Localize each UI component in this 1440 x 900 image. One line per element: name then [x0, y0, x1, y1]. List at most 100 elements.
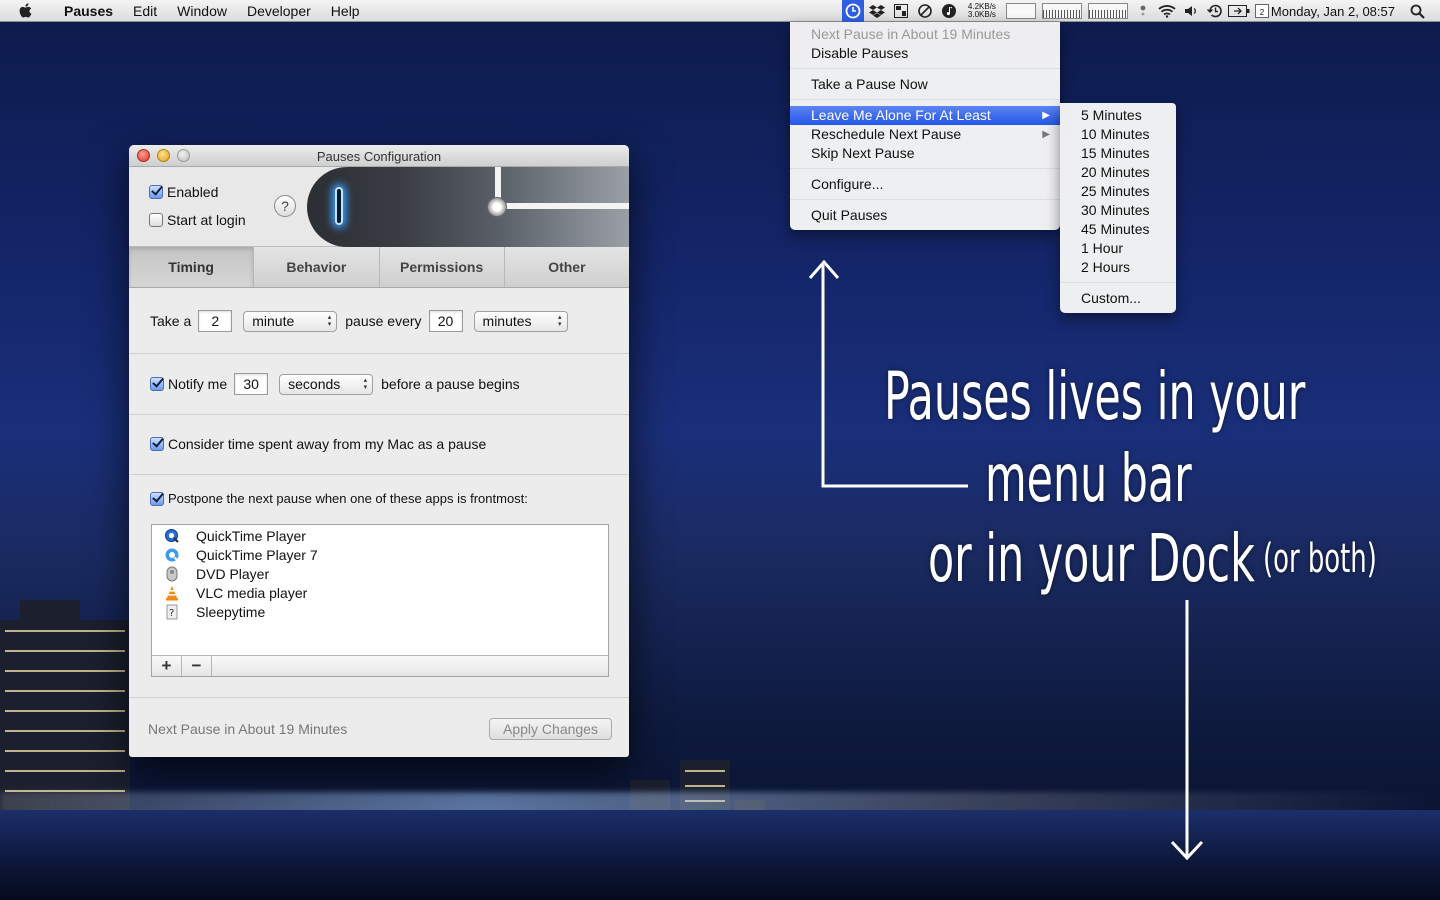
vlc-cone-icon — [164, 585, 180, 601]
network-speed[interactable]: 4.2KB/s 3.0KB/s — [961, 3, 1003, 19]
menu-item-disable-pauses[interactable]: Disable Pauses — [790, 44, 1060, 63]
enabled-checkbox-row[interactable]: Enabled — [149, 184, 218, 200]
list-item[interactable]: ? Sleepytime — [152, 602, 608, 621]
menu-developer[interactable]: Developer — [237, 3, 321, 19]
list-item[interactable]: QuickTime Player — [152, 526, 608, 545]
tab-permissions[interactable]: Permissions — [380, 247, 505, 287]
notify-seconds-field[interactable]: 30 — [234, 373, 269, 395]
submenu-item-45-minutes[interactable]: 45 Minutes — [1060, 220, 1176, 239]
start-at-login-checkbox[interactable] — [149, 213, 163, 227]
calendar-icon[interactable]: 2 — [1254, 4, 1269, 18]
menu-item-label: Leave Me Alone For At Least — [811, 107, 991, 123]
start-at-login-checkbox-row[interactable]: Start at login — [149, 212, 246, 228]
dvd-player-icon — [164, 566, 180, 582]
do-not-disturb-icon[interactable] — [914, 0, 936, 22]
add-app-button[interactable]: + — [152, 656, 182, 676]
menubar-clock[interactable]: Monday, Jan 2, 08:57 — [1271, 4, 1395, 19]
menu-item-quit-pauses[interactable]: Quit Pauses — [790, 206, 1060, 225]
window-header: Enabled Start at login ? — [129, 167, 629, 247]
postpone-label: Postpone the next pause when one of thes… — [168, 491, 528, 506]
menu-item-reschedule-next-pause[interactable]: Reschedule Next Pause ▶ — [790, 125, 1060, 144]
submenu-arrow-icon: ▶ — [1042, 129, 1050, 140]
time-machine-icon[interactable] — [1204, 0, 1226, 22]
postpone-row[interactable]: Postpone the next pause when one of thes… — [150, 491, 528, 506]
memory-graph[interactable] — [1041, 3, 1082, 19]
menu-edit[interactable]: Edit — [123, 3, 167, 19]
notify-suffix-label: before a pause begins — [381, 376, 520, 392]
menu-item-skip-next-pause[interactable]: Skip Next Pause — [790, 144, 1060, 163]
timing-row: Take a 2 minute pause every 20 minutes — [150, 310, 572, 332]
submenu-item-custom[interactable]: Custom... — [1060, 289, 1176, 308]
help-button[interactable]: ? — [274, 195, 296, 217]
pause-duration-field[interactable]: 2 — [198, 310, 233, 332]
pause-duration-unit-popup[interactable]: minute — [243, 310, 338, 332]
away-row[interactable]: Consider time spent away from my Mac as … — [150, 436, 486, 452]
submenu-arrow-icon: ▶ — [1042, 110, 1050, 121]
next-pause-status: Next Pause in About 19 Minutes — [148, 721, 348, 737]
menu-item-configure[interactable]: Configure... — [790, 175, 1060, 194]
network-graph[interactable] — [1087, 3, 1128, 19]
menu-item-take-pause-now[interactable]: Take a Pause Now — [790, 75, 1060, 94]
notify-checkbox[interactable] — [150, 377, 164, 391]
enabled-checkbox[interactable] — [149, 185, 163, 199]
tab-other[interactable]: Other — [505, 247, 629, 287]
submenu-item-1-hour[interactable]: 1 Hour — [1060, 239, 1176, 258]
tab-timing[interactable]: Timing — [129, 247, 255, 287]
postpone-checkbox[interactable] — [150, 491, 164, 506]
list-item[interactable]: VLC media player — [152, 583, 608, 602]
notify-unit-popup[interactable]: seconds — [279, 373, 374, 395]
away-section: Consider time spent away from my Mac as … — [129, 415, 629, 475]
apply-changes-button[interactable]: Apply Changes — [489, 718, 612, 740]
dropbox-icon[interactable] — [866, 0, 888, 22]
spotlight-search-icon[interactable] — [1406, 0, 1428, 22]
submenu-item-2-hours[interactable]: 2 Hours — [1060, 258, 1176, 277]
annotation-or-both: (or both) — [1263, 536, 1377, 582]
menu-separator — [790, 99, 1060, 100]
submenu-item-5-minutes[interactable]: 5 Minutes — [1060, 106, 1176, 125]
menu-separator — [790, 68, 1060, 69]
annotation-line-3: or in your Dock — [928, 520, 1255, 597]
list-item[interactable]: DVD Player — [152, 564, 608, 583]
frontmost-apps-list[interactable]: QuickTime Player QuickTime Player 7 DVD … — [151, 524, 609, 677]
svg-text:?: ? — [169, 608, 174, 619]
header-clock-artwork — [307, 167, 629, 247]
enabled-label: Enabled — [167, 184, 219, 200]
volume-icon[interactable] — [1180, 0, 1202, 22]
submenu-item-30-minutes[interactable]: 30 Minutes — [1060, 201, 1176, 220]
menu-bar: Pauses Edit Window Developer Help 4.2KB/… — [0, 0, 1440, 22]
apple-menu-icon[interactable] — [18, 2, 40, 20]
pause-interval-unit-popup[interactable]: minutes — [473, 310, 568, 332]
bluetooth-dot-icon[interactable] — [1132, 0, 1154, 22]
cpu-graph[interactable] — [1005, 3, 1036, 19]
list-toolbar: + − — [152, 655, 608, 676]
wifi-icon[interactable] — [1156, 0, 1178, 22]
submenu-item-25-minutes[interactable]: 25 Minutes — [1060, 182, 1176, 201]
notify-label: Notify me — [168, 376, 228, 392]
window-manager-icon[interactable] — [890, 0, 912, 22]
glow-indicator — [335, 187, 343, 225]
pause-interval-field[interactable]: 20 — [428, 310, 463, 332]
menu-separator — [1060, 282, 1176, 283]
submenu-item-15-minutes[interactable]: 15 Minutes — [1060, 144, 1176, 163]
menu-app-pauses[interactable]: Pauses — [54, 3, 123, 19]
away-checkbox[interactable] — [150, 437, 164, 451]
menu-window[interactable]: Window — [167, 3, 237, 19]
remove-app-button[interactable]: − — [182, 656, 212, 676]
quicktime-icon — [164, 528, 180, 544]
list-item[interactable]: QuickTime Player 7 — [152, 545, 608, 564]
menu-help[interactable]: Help — [321, 3, 370, 19]
window-titlebar[interactable]: Pauses Configuration — [129, 145, 629, 167]
leave-me-alone-submenu: 5 Minutes 10 Minutes 15 Minutes 20 Minut… — [1060, 103, 1176, 313]
battery-icon[interactable] — [1227, 0, 1250, 22]
window-title: Pauses Configuration — [316, 149, 442, 164]
submenu-item-20-minutes[interactable]: 20 Minutes — [1060, 163, 1176, 182]
submenu-item-10-minutes[interactable]: 10 Minutes — [1060, 125, 1176, 144]
app-name: Sleepytime — [196, 603, 266, 620]
pause-every-label: pause every — [345, 313, 422, 329]
menu-item-leave-me-alone[interactable]: Leave Me Alone For At Least ▶ — [790, 106, 1060, 125]
pauses-status-icon[interactable] — [841, 0, 864, 22]
tab-behavior[interactable]: Behavior — [254, 247, 380, 287]
sleepytime-icon: ? — [164, 604, 180, 620]
music-icon[interactable] — [938, 0, 960, 22]
preferences-tabbar: Timing Behavior Permissions Other — [129, 247, 629, 288]
